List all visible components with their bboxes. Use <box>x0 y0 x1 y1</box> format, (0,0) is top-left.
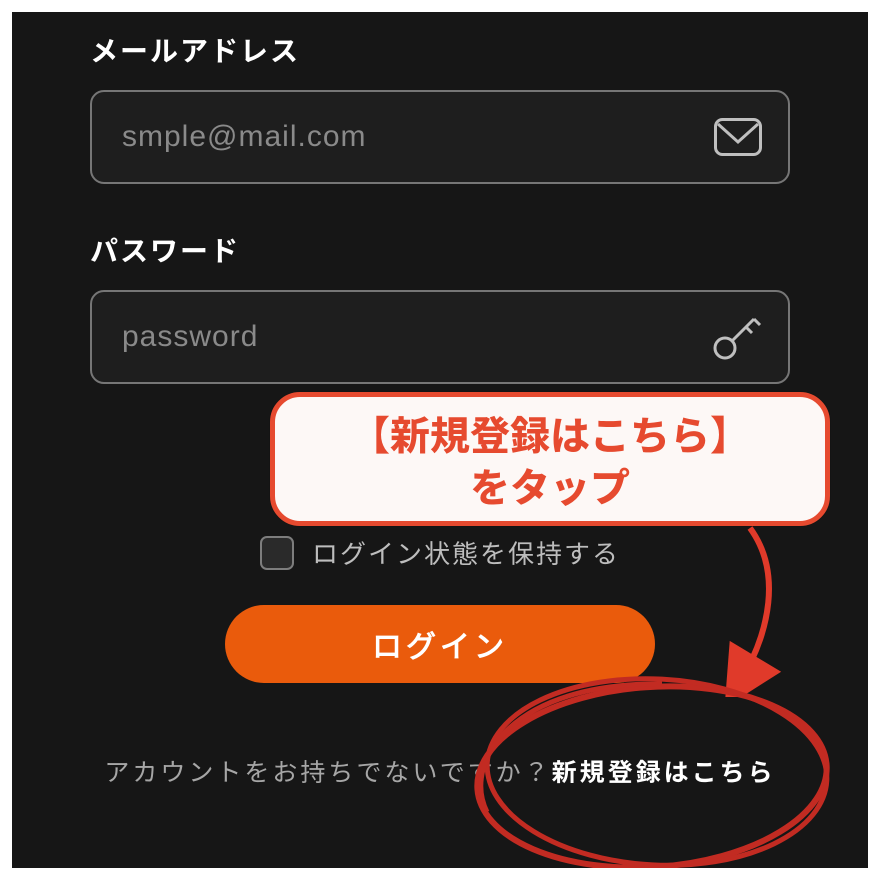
key-icon <box>710 311 762 363</box>
password-label: パスワード <box>90 230 790 270</box>
annotation-callout: 【新規登録はこちら】 をタップ <box>270 392 830 526</box>
remember-row[interactable]: ログイン状態を保持する <box>90 534 790 571</box>
login-screen: メールアドレス パスワード <box>12 12 868 868</box>
password-input[interactable] <box>120 319 710 355</box>
remember-label: ログイン状態を保持する <box>312 534 620 571</box>
password-field-wrap[interactable] <box>90 290 790 384</box>
email-input[interactable] <box>120 119 714 155</box>
remember-checkbox[interactable] <box>260 536 294 570</box>
signup-row: アカウントをお持ちでないですか？新規登録はこちら <box>90 753 790 789</box>
mail-icon <box>714 118 762 156</box>
email-field-wrap[interactable] <box>90 90 790 184</box>
email-label: メールアドレス <box>90 30 790 70</box>
signup-link[interactable]: 新規登録はこちら <box>552 753 776 789</box>
signup-question: アカウントをお持ちでないですか？ <box>104 753 551 789</box>
login-button[interactable]: ログイン <box>225 605 655 683</box>
